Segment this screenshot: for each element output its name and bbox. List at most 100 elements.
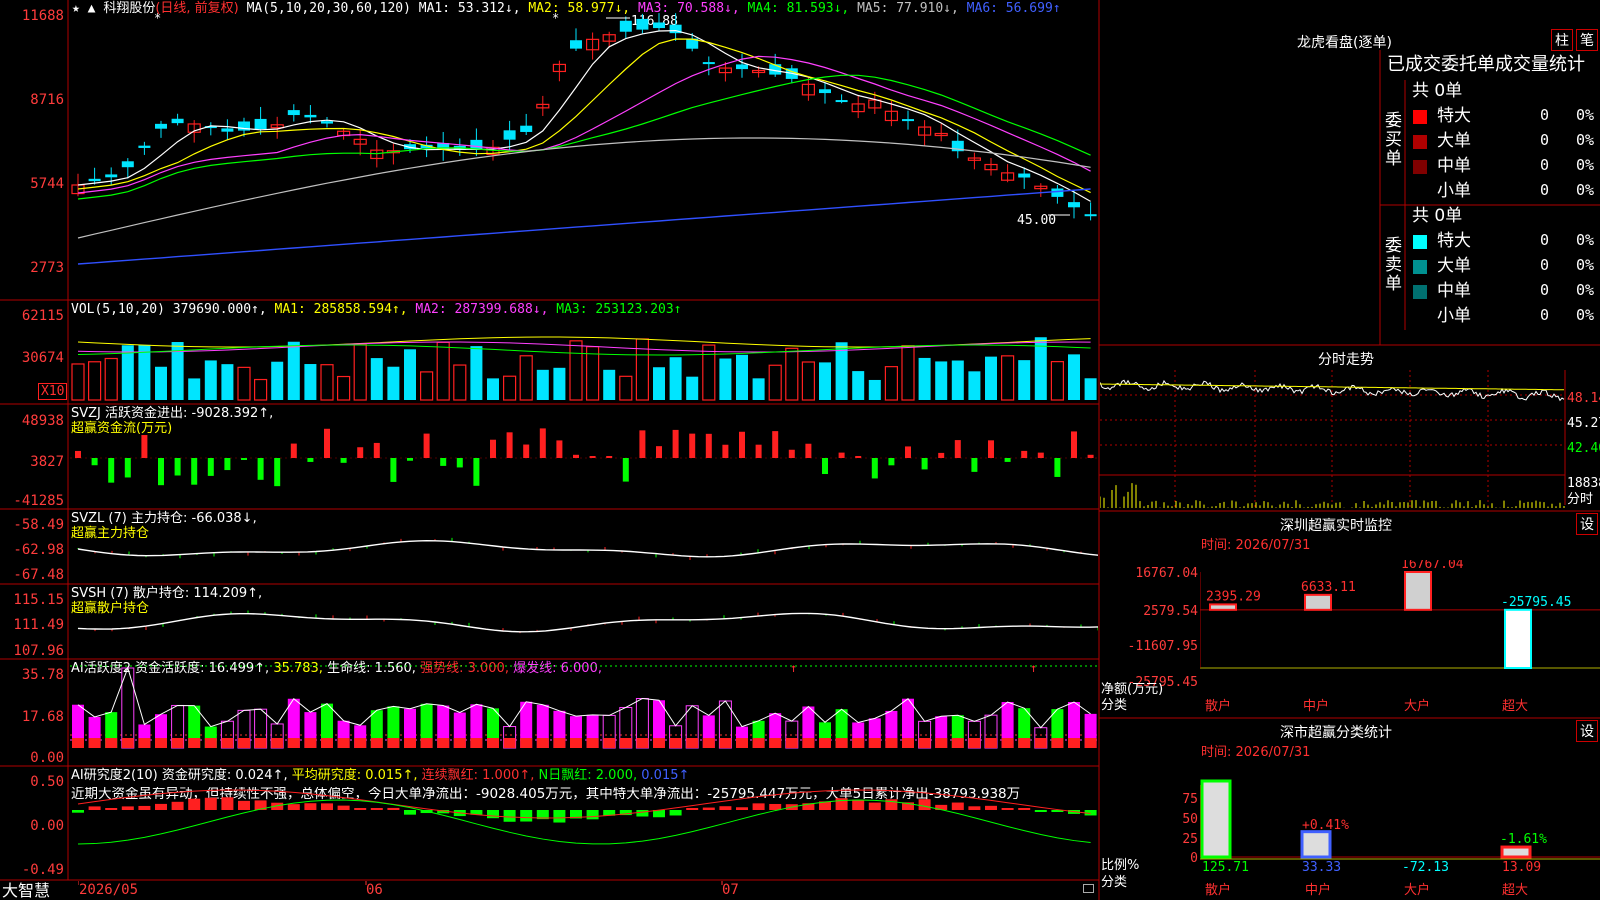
flow-bar [141, 435, 148, 458]
sz-cat-3: 超大 [1502, 699, 1529, 714]
vol-header: VOL(5,10,20) 379690.000↑, MA1: 285858.59… [71, 302, 682, 317]
volume-bar [868, 379, 881, 400]
candle-body [254, 118, 267, 130]
ai2-chart[interactable] [70, 780, 1098, 879]
research-bar [204, 797, 217, 810]
ai1-chart[interactable]: ↑ ↑ [70, 660, 1098, 765]
activity-base [868, 738, 881, 748]
fenshi-tick-3: 18838 [1567, 476, 1600, 491]
candle-body [819, 89, 831, 94]
candle-body [171, 118, 184, 124]
stats-title: 已成交委托单成交量统计 [1387, 54, 1585, 75]
fl-ytick-1: 50 [1182, 812, 1198, 827]
sz-ytick-2: -11607.95 [1127, 639, 1198, 654]
xaxis-label-jul: 07 [722, 882, 739, 898]
activity-base [321, 738, 333, 748]
research-bar [736, 807, 748, 810]
svzl-ytick-0: -58.49 [13, 517, 64, 533]
candle-body [619, 20, 632, 32]
activity-base [636, 738, 649, 748]
flow-bar [1037, 452, 1044, 458]
activity-base [653, 738, 665, 748]
candle-body [138, 145, 151, 148]
ai1-ytick-2: 0.00 [30, 750, 64, 766]
activity-base [951, 738, 964, 748]
candle-body [570, 40, 582, 49]
lock-icon[interactable] [1083, 884, 1094, 893]
research-bar [686, 808, 699, 810]
activity-base [487, 738, 499, 748]
flow-bar [606, 456, 613, 458]
research-bar [370, 808, 383, 810]
activity-base [88, 738, 101, 748]
svsh-ytick-1: 111.49 [13, 617, 64, 633]
buy-row-label: 大单 [1437, 131, 1471, 151]
flag-marker: * [552, 11, 559, 25]
fl-pct-0: +0.41% [1302, 818, 1349, 833]
vol-label: VOL(5,10,20) [71, 302, 165, 317]
activity-base [603, 738, 616, 748]
fl-bar [1200, 779, 1232, 859]
volume-bar [1068, 354, 1080, 400]
volume-bar [487, 378, 499, 400]
research-bar [985, 805, 997, 810]
research-bar [752, 803, 765, 810]
sz-settings-button[interactable]: 设 [1576, 513, 1598, 535]
volume-bar [985, 356, 997, 400]
activity-base [935, 738, 948, 748]
sell-row-label: 中单 [1437, 281, 1471, 301]
buy-row-pct: 0% [1576, 106, 1595, 124]
research-bar [304, 803, 317, 810]
svzl-chart[interactable] [70, 511, 1098, 583]
flow-bar [822, 458, 828, 475]
fenshi-chart[interactable] [1100, 370, 1565, 510]
volume-bar [104, 357, 118, 401]
sz-bar-chart[interactable]: 2395.29 6633.11 16767.04 -25795.45 [1200, 560, 1600, 700]
candle-chart[interactable]: * * [70, 0, 1098, 298]
candle-body [702, 62, 715, 65]
activity-base [1001, 738, 1014, 748]
flow-bar [174, 458, 181, 476]
candle-body [121, 161, 134, 168]
flow-bar [871, 458, 878, 479]
fl-settings-button[interactable]: 设 [1576, 720, 1598, 742]
volume-bar [603, 369, 616, 400]
sz-ytick-1: 2579.54 [1143, 604, 1198, 619]
svzl-ytick-1: -62.98 [13, 542, 64, 558]
volume-bar [387, 366, 400, 400]
fl-value-3: 13.09 [1502, 860, 1542, 875]
flow-bar [473, 458, 480, 486]
activity-base [619, 738, 632, 748]
main-ytick-3: 2773 [30, 260, 64, 276]
fenshi-tick-2: 42.40 [1567, 441, 1600, 456]
fl-time: 时间: 2026/07/31 [1201, 745, 1311, 760]
flow-bar [390, 458, 397, 482]
volume-bar [1000, 355, 1015, 401]
activity-base [121, 738, 134, 748]
flow-bar [1087, 454, 1094, 458]
svsh-ytick-2: 107.96 [13, 643, 64, 659]
volume-bar [884, 366, 899, 401]
activity-base [1051, 738, 1064, 748]
buy-swatch [1413, 160, 1427, 174]
vol-ytick-0: 62115 [21, 308, 64, 324]
volume-bar [254, 378, 268, 401]
brand-logo: 大智慧 [2, 881, 51, 900]
fl-ytick-3: 0 [1190, 851, 1198, 866]
volume-chart[interactable] [70, 320, 1098, 402]
svsh-chart[interactable] [70, 586, 1098, 658]
svzj-chart[interactable] [70, 410, 1098, 508]
tick-mode-button[interactable]: 笔 [1576, 29, 1598, 51]
xaxis-ticks [78, 881, 723, 885]
volume-bar [237, 366, 251, 401]
ai2-ytick-1: 0.00 [30, 818, 64, 834]
fl-xlabel: 分类 [1101, 875, 1128, 890]
fenshi-tick-4: 分时 [1567, 492, 1594, 507]
sz-cat-0: 散户 [1205, 699, 1232, 714]
buy-row-label: 特大 [1437, 106, 1471, 126]
volume-bar [470, 346, 483, 400]
activity-base [719, 738, 732, 748]
flow-bar [75, 450, 81, 458]
flow-bar [539, 428, 546, 458]
bar-mode-button[interactable]: 柱 [1551, 29, 1573, 51]
